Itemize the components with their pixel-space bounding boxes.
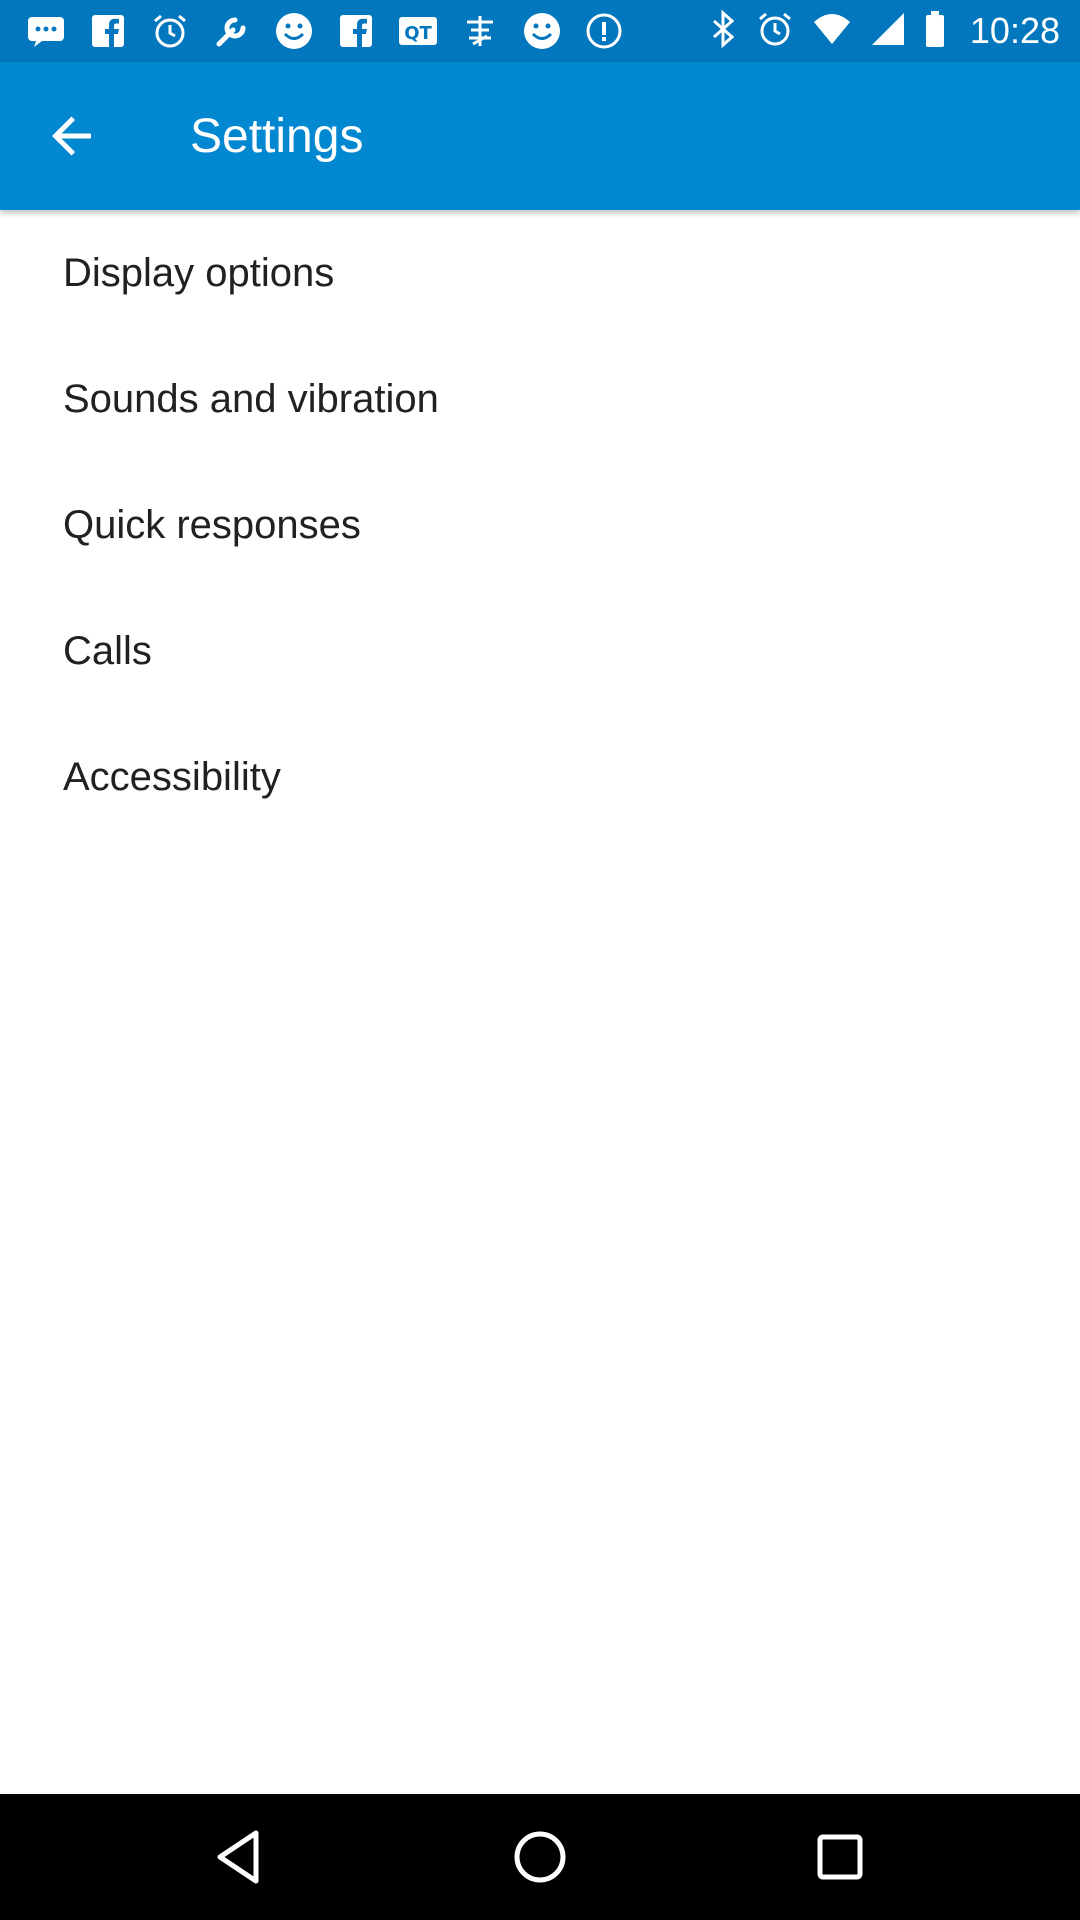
qt-app-icon: QT	[396, 9, 440, 53]
info-icon	[582, 9, 626, 53]
settings-item-display-options[interactable]: Display options	[0, 210, 1080, 336]
bluetooth-icon	[708, 9, 738, 54]
settings-item-calls[interactable]: Calls	[0, 588, 1080, 714]
facebook-icon	[86, 9, 130, 53]
settings-item-sounds-and-vibration[interactable]: Sounds and vibration	[0, 336, 1080, 462]
settings-item-quick-responses[interactable]: Quick responses	[0, 462, 1080, 588]
chinese-app-icon	[458, 9, 502, 53]
wifi-icon	[812, 12, 852, 51]
system-status-icons: 10:28	[708, 9, 1060, 54]
recents-square-icon	[817, 1834, 863, 1880]
facebook-icon	[334, 9, 378, 53]
nav-home-button[interactable]	[485, 1802, 595, 1912]
status-bar: QT 10:28	[0, 0, 1080, 62]
settings-list: Display options Sounds and vibration Qui…	[0, 210, 1080, 840]
svg-text:QT: QT	[404, 23, 432, 44]
home-circle-icon	[514, 1831, 566, 1883]
settings-item-accessibility[interactable]: Accessibility	[0, 714, 1080, 840]
alarm-icon	[148, 9, 192, 53]
messages-icon	[24, 9, 68, 53]
page-title: Settings	[190, 109, 364, 163]
back-triangle-icon	[217, 1830, 259, 1884]
nav-back-button[interactable]	[185, 1802, 295, 1912]
navigation-bar	[0, 1794, 1080, 1920]
cellular-signal-icon	[870, 11, 906, 52]
nav-recents-button[interactable]	[785, 1802, 895, 1912]
battery-icon	[924, 10, 946, 53]
wrench-icon	[210, 9, 254, 53]
status-time: 10:28	[969, 10, 1060, 51]
back-arrow-icon	[52, 116, 91, 156]
back-button[interactable]	[25, 88, 121, 184]
app-bar: Settings	[0, 62, 1080, 210]
alarm-icon	[756, 10, 794, 53]
smiley-icon	[520, 9, 564, 53]
notification-icons: QT	[24, 9, 708, 53]
smiley-icon	[272, 9, 316, 53]
